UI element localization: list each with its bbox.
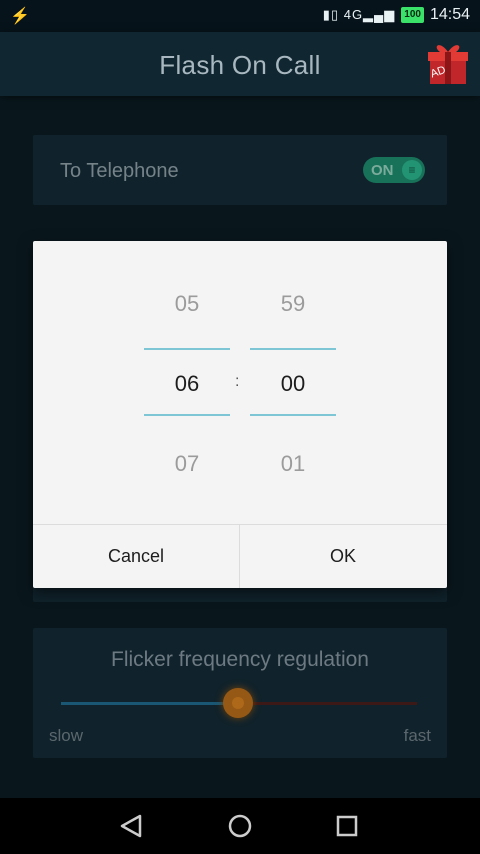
back-icon[interactable] (112, 810, 152, 842)
status-bar: ⚡ ▮▯ 4G▂▄▆ 100 14:54 (0, 0, 480, 32)
minute-prev[interactable]: 59 (250, 291, 336, 317)
time-separator: : (235, 373, 240, 390)
app-bar: Flash On Call AD (0, 32, 480, 96)
minute-selected[interactable]: 00 (250, 371, 336, 397)
hour-picker-line-bottom (144, 414, 230, 416)
usb-icon: ⚡ (10, 8, 30, 25)
status-icons: ▮▯ 4G▂▄▆ 100 14:54 (323, 6, 470, 24)
hour-picker-line-top (144, 348, 230, 350)
battery-icon: 100 (401, 7, 424, 23)
minute-picker-line-top (250, 348, 336, 350)
app-title: Flash On Call (159, 50, 321, 80)
home-icon[interactable] (220, 810, 260, 842)
hour-next[interactable]: 07 (144, 451, 230, 477)
navigation-bar (0, 798, 480, 854)
signal-icon: ▮▯ 4G▂▄▆ (322, 7, 396, 22)
clock: 14:54 (429, 6, 470, 23)
hour-selected[interactable]: 06 (144, 371, 230, 397)
recent-apps-icon[interactable] (327, 810, 367, 842)
minute-next[interactable]: 01 (250, 451, 336, 477)
time-picker-dialog: 05 59 06 : 00 07 01 Cancel OK (33, 241, 447, 588)
ok-button[interactable]: OK (240, 525, 446, 588)
cancel-button[interactable]: Cancel (33, 525, 239, 588)
ad-gift-icon[interactable]: AD (426, 40, 470, 86)
minute-picker-line-bottom (250, 414, 336, 416)
hour-prev[interactable]: 05 (144, 291, 230, 317)
